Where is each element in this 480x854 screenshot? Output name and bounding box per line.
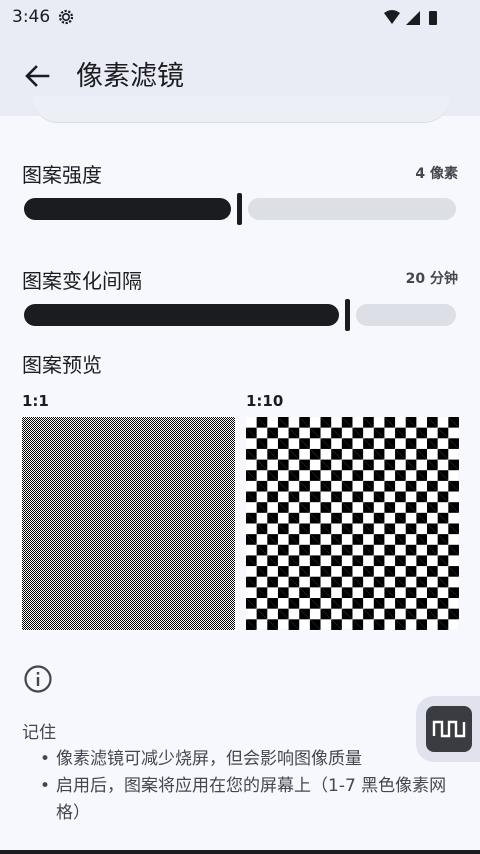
pattern-interval-label: 图案变化间隔 — [22, 269, 142, 293]
square-wave-icon — [432, 720, 466, 738]
status-bar: 3:46 — [0, 0, 480, 34]
arrow-left-icon[interactable] — [22, 61, 52, 91]
wifi-icon — [384, 10, 400, 24]
slider-handle[interactable] — [237, 193, 242, 225]
battery-icon — [429, 11, 437, 25]
pattern-preview-label: 图案预览 — [22, 353, 102, 377]
previous-card-edge — [32, 96, 450, 123]
pattern-intensity-label: 图案强度 — [22, 163, 102, 187]
pattern-interval-slider[interactable] — [24, 299, 456, 331]
status-time: 3:46 — [12, 7, 51, 27]
info-icon — [24, 665, 52, 693]
notes-list: 像素滤镜可减少烧屏，但会影响图像质量 启用后，图案将应用在您的屏幕上（1-7 黑… — [40, 746, 460, 827]
status-icons — [384, 10, 437, 25]
gear-icon — [58, 9, 74, 25]
bottom-edge — [0, 850, 480, 854]
slider-active-track — [24, 198, 231, 220]
page-title: 像素滤镜 — [76, 61, 184, 92]
note-item: 启用后，图案将应用在您的屏幕上（1-7 黑色像素网格） — [40, 773, 460, 827]
signal-icon — [406, 11, 420, 25]
slider-active-track — [24, 304, 339, 326]
slider-inactive-track — [248, 198, 456, 220]
preview-ratio-1-10: 1:10 — [246, 392, 284, 410]
notes-title: 记住 — [22, 723, 56, 743]
preview-ratio-1-1: 1:1 — [22, 392, 49, 410]
slider-handle[interactable] — [345, 299, 350, 331]
floating-tool-button[interactable] — [416, 696, 480, 762]
fab-inner — [426, 706, 472, 752]
note-item: 像素滤镜可减少烧屏，但会影响图像质量 — [40, 746, 460, 773]
pattern-interval-value: 20 分钟 — [405, 271, 458, 287]
slider-inactive-track — [356, 304, 456, 326]
pattern-intensity-slider[interactable] — [24, 193, 456, 225]
pattern-preview-coarse — [246, 417, 459, 630]
pattern-preview-fine — [22, 417, 235, 630]
pattern-intensity-value: 4 像素 — [415, 166, 458, 182]
